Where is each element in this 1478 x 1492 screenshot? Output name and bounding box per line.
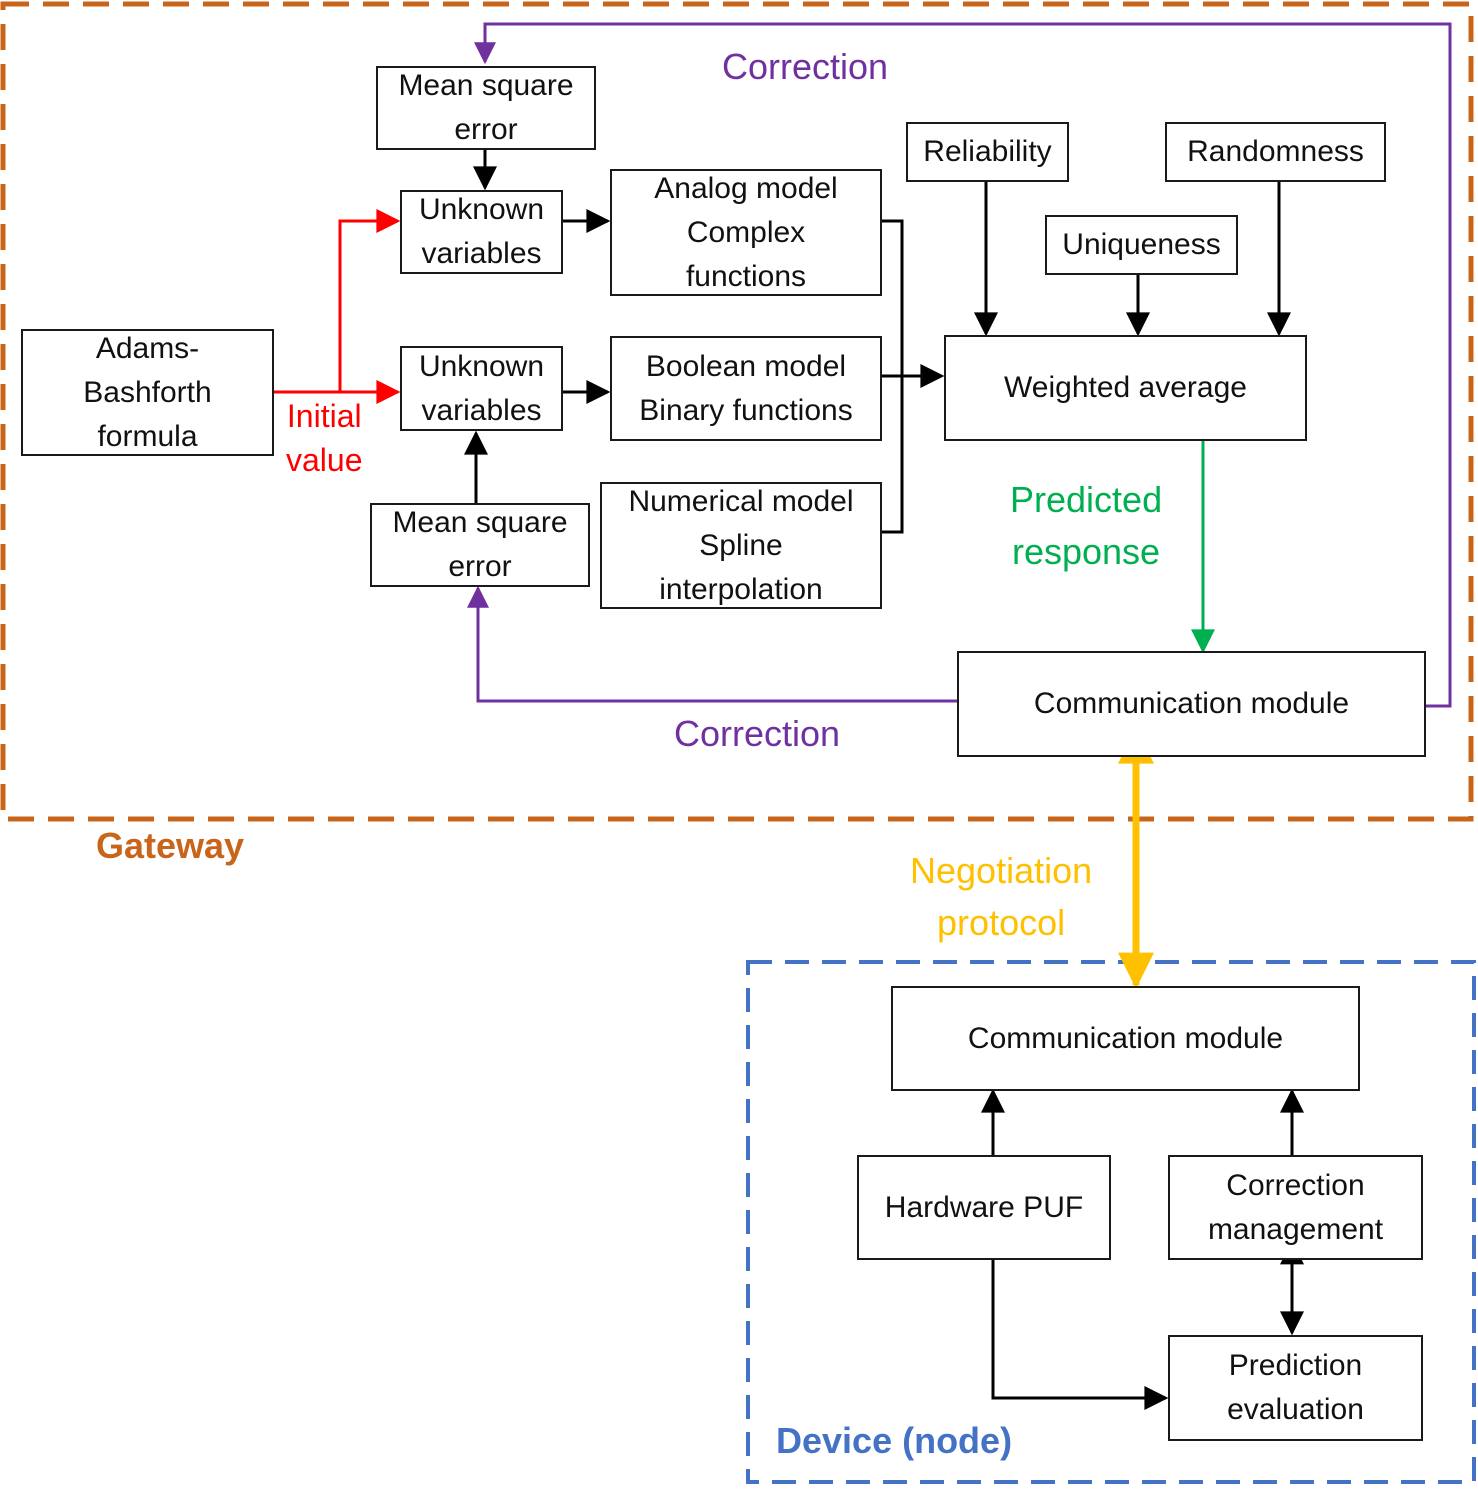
randomness-label: Randomness — [1187, 135, 1364, 168]
numerical-line-2: Spline — [699, 528, 783, 562]
prediction-eval-line-2: evaluation — [1227, 1393, 1364, 1426]
initial-value-line-2: value — [286, 442, 363, 478]
gateway-communication-module-box: Communication module — [957, 651, 1426, 757]
uniqueness-box: Uniqueness — [1045, 215, 1238, 275]
gateway-region-label: Gateway — [96, 825, 245, 866]
correction-bottom-label: Correction — [674, 713, 841, 754]
unknown-bottom-line-2: variables — [421, 393, 542, 427]
adams-bashforth-box: Adams- Bashforth formula — [21, 329, 274, 456]
boolean-line-1: Boolean model — [645, 349, 847, 383]
initial-value-label: Initial value — [286, 394, 363, 482]
puf-to-prediction-arrow — [991, 1258, 1169, 1410]
negotiation-line-1: Negotiation — [910, 850, 1093, 891]
predicted-response-label: Predicted response — [1010, 474, 1162, 578]
correction-top-label: Correction — [722, 46, 889, 87]
device-communication-module-box: Communication module — [891, 986, 1360, 1091]
unknown-variables-top-box: Unknown variables — [400, 190, 563, 274]
analog-line-2: Complex — [686, 215, 806, 249]
adams-line-1: Adams- — [95, 331, 200, 365]
initial-value-arrow-top — [338, 209, 401, 392]
weighted-average-label: Weighted average — [1004, 371, 1247, 404]
analog-line-1: Analog model — [654, 171, 838, 205]
mse-bottom-box: Mean square error — [370, 503, 590, 587]
unknown-bottom-line-1: Unknown — [418, 349, 545, 383]
weighted-average-box: Weighted average — [944, 335, 1307, 441]
analog-line-3: functions — [685, 259, 807, 293]
numerical-line-3: interpolation — [659, 572, 823, 606]
boolean-model-box: Boolean model Binary functions — [610, 336, 882, 441]
randomness-box: Randomness — [1165, 122, 1386, 182]
predicted-response-line-2: response — [1011, 531, 1161, 572]
device-comm-label: Communication module — [967, 1021, 1284, 1055]
prediction-eval-line-1: Prediction — [1228, 1349, 1363, 1382]
adams-line-2: Bashforth — [83, 375, 212, 409]
correction-management-box: Correction management — [1168, 1155, 1423, 1260]
unknown-variables-bottom-box: Unknown variables — [400, 346, 563, 431]
mse-top-box: Mean square error — [376, 66, 596, 150]
mse-top-line-2: error — [454, 113, 518, 146]
gateway-comm-label: Communication module — [1033, 687, 1350, 720]
numerical-line-1: Numerical model — [628, 484, 854, 518]
adams-line-3: formula — [97, 419, 198, 453]
hardware-puf-label: Hardware PUF — [884, 1190, 1084, 1224]
analog-model-box: Analog model Complex functions — [610, 169, 882, 296]
mse-top-line-1: Mean square — [398, 69, 574, 102]
unknown-top-line-1: Unknown — [418, 193, 545, 226]
mse-bottom-line-1: Mean square — [392, 506, 568, 539]
negotiation-line-2: protocol — [937, 902, 1066, 943]
numerical-model-box: Numerical model Spline interpolation — [600, 482, 882, 609]
unknown-top-line-2: variables — [421, 237, 542, 270]
mse-bottom-line-2: error — [448, 550, 512, 583]
uniqueness-label: Uniqueness — [1062, 228, 1221, 261]
predicted-response-line-1: Predicted — [1010, 479, 1163, 520]
device-region-label: Device (node) — [776, 1420, 1013, 1461]
reliability-box: Reliability — [906, 122, 1069, 182]
hardware-puf-box: Hardware PUF — [857, 1155, 1111, 1260]
reliability-label: Reliability — [923, 135, 1052, 168]
correction-mgmt-line-2: management — [1207, 1212, 1384, 1246]
initial-value-line-1: Initial — [286, 398, 362, 434]
prediction-evaluation-box: Prediction evaluation — [1168, 1335, 1423, 1441]
correction-mgmt-line-1: Correction — [1226, 1168, 1365, 1202]
negotiation-protocol-label: Negotiation protocol — [910, 845, 1092, 949]
boolean-line-2: Binary functions — [639, 393, 853, 427]
